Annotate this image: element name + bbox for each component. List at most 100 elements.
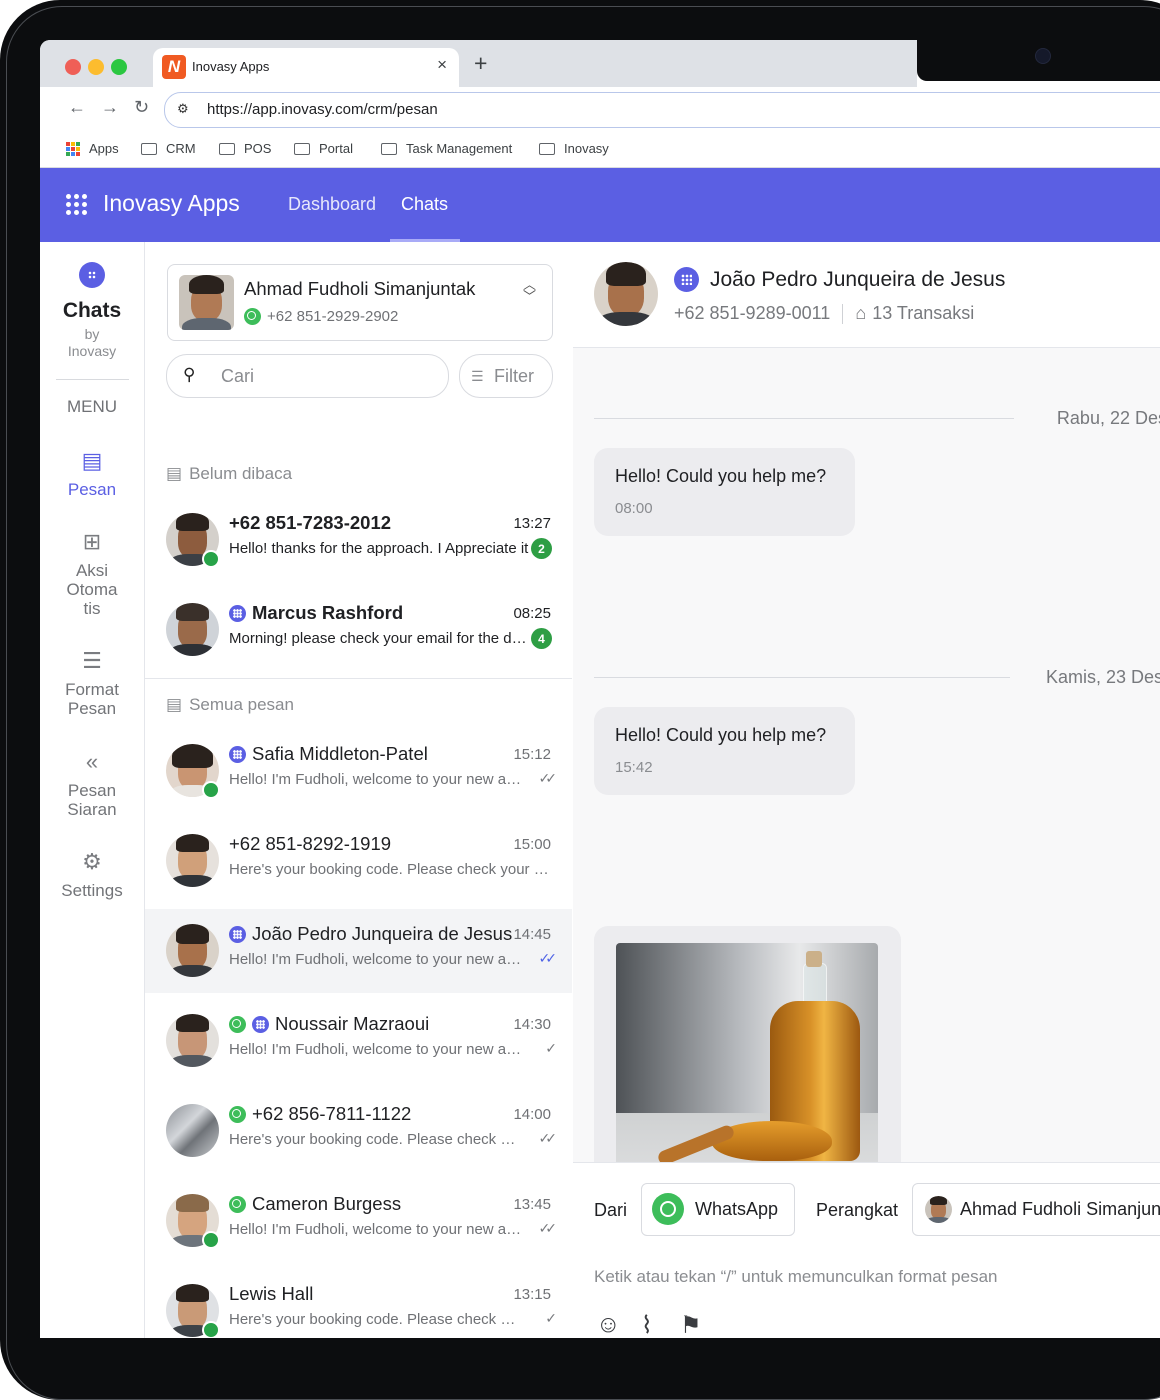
- sidebar-item-label: Settings: [61, 881, 123, 900]
- incoming-message[interactable]: Hello! Could you help me? 15:42: [594, 707, 855, 795]
- date-separator-line: [594, 677, 1010, 678]
- bookmark-portal[interactable]: Portal: [294, 141, 353, 156]
- sidebar-item-pesan[interactable]: ▤ Pesan: [40, 449, 144, 500]
- device-name: Ahmad Fudholi Simanjuntak: [960, 1199, 1160, 1219]
- reload-icon[interactable]: ↻: [134, 97, 149, 118]
- chat-preview: Hello! I'm Fudholi, welcome to your new …: [229, 951, 525, 968]
- whatsapp-channel-icon: [229, 1105, 246, 1123]
- bookmark-apps[interactable]: Apps: [66, 141, 119, 156]
- message-input[interactable]: Ketik atau tekan “/” untuk memunculkan f…: [594, 1267, 997, 1287]
- chat-name-text: +62 856-7811-1122: [252, 1103, 412, 1124]
- unread-section-header: ▤ Belum dibaca: [166, 464, 292, 484]
- whatsapp-channel-icon: [229, 1195, 246, 1213]
- chat-row[interactable]: Marcus Rashford 08:25 Morning! please ch…: [145, 588, 572, 672]
- template-icon: ☰: [82, 648, 102, 673]
- incoming-message[interactable]: Hello! Could you help me? 08:00: [594, 448, 855, 536]
- close-tab-icon[interactable]: ×: [437, 55, 447, 75]
- sidebar-item-pesan-siaran[interactable]: « Pesan Siaran: [40, 750, 144, 820]
- chat-name-text: +62 851-8292-1919: [229, 833, 392, 854]
- chat-name: Cameron Burgess: [229, 1193, 401, 1215]
- whatsapp-icon: [244, 308, 261, 325]
- quick-reply-icon[interactable]: ⚑: [680, 1311, 702, 1338]
- channel-selector[interactable]: WhatsApp: [641, 1183, 795, 1236]
- attachment-icon[interactable]: ⌇: [641, 1311, 653, 1338]
- sidebar-item-aksi-otomatis[interactable]: ⊞ Aksi Otoma tis: [40, 530, 144, 619]
- chat-row[interactable]: +62 856-7811-1122 14:00 Here's your book…: [145, 1089, 572, 1173]
- app-title[interactable]: Inovasy Apps: [103, 190, 240, 217]
- chat-name: +62 851-7283-2012: [229, 512, 391, 534]
- tab-title: Inovasy Apps: [192, 59, 270, 74]
- unread-badge: 4: [531, 628, 552, 649]
- chat-row[interactable]: +62 851-8292-1919 15:00 Here's your book…: [145, 819, 572, 903]
- chat-row[interactable]: Safia Middleton-Patel 15:12 Hello! I'm F…: [145, 729, 572, 813]
- contact-name: João Pedro Junqueira de Jesus: [674, 267, 1005, 292]
- bookmark-task-management[interactable]: Task Management: [381, 141, 512, 156]
- contact-name-text: João Pedro Junqueira de Jesus: [710, 267, 1006, 291]
- bookmark-label: Portal: [319, 141, 353, 156]
- minimize-window-button[interactable]: [88, 59, 104, 75]
- search-input[interactable]: ⚲ Cari: [166, 354, 449, 398]
- nav-dashboard[interactable]: Dashboard: [288, 194, 376, 215]
- browser-tab[interactable]: N Inovasy Apps ×: [153, 48, 459, 87]
- chat-name: Marcus Rashford: [229, 602, 403, 624]
- sidebar-item-settings[interactable]: ⚙ Settings: [40, 849, 144, 901]
- bookmark-pos[interactable]: POS: [219, 141, 271, 156]
- chat-name: +62 856-7811-1122: [229, 1103, 411, 1125]
- message-time: 15:42: [615, 759, 653, 776]
- sidebar-item-format-pesan[interactable]: ☰ Format Pesan: [40, 648, 144, 719]
- date-label: Kamis, 23 Des: [1045, 667, 1160, 687]
- nav-chats[interactable]: Chats: [401, 194, 448, 215]
- address-bar[interactable]: ⚙ https://app.inovasy.com/crm/pesan: [164, 92, 1160, 128]
- unread-icon: ▤: [166, 464, 183, 483]
- forward-arrow-icon[interactable]: →: [101, 97, 119, 118]
- chevron-up-down-icon[interactable]: ︿ ﹀: [523, 278, 536, 303]
- chat-row[interactable]: Cameron Burgess 13:45 Hello! I'm Fudholi…: [145, 1179, 572, 1263]
- chat-row-selected[interactable]: João Pedro Junqueira de Jesus 14:45 Hell…: [145, 909, 572, 993]
- site-settings-icon[interactable]: ⚙: [177, 101, 189, 117]
- chat-time: 13:15: [513, 1286, 551, 1303]
- filter-icon: ☰: [471, 368, 484, 384]
- inovasy-favicon-icon: N: [162, 55, 186, 79]
- transactions-link[interactable]: 13 Transaksi: [872, 303, 974, 324]
- sidebar-divider: [56, 379, 129, 380]
- brand-title: Chats: [62, 299, 122, 322]
- close-window-button[interactable]: [65, 59, 81, 75]
- online-indicator: [202, 550, 220, 568]
- browser-window: N Inovasy Apps × + ← → ↻ ⚙ https://app.i…: [40, 40, 1160, 1338]
- account-name: Ahmad Fudholi Simanjuntak: [244, 278, 476, 299]
- account-avatar: [179, 275, 234, 330]
- app-launcher-icon[interactable]: [66, 194, 87, 215]
- account-selector[interactable]: Ahmad Fudholi Simanjuntak +62 851-2929-2…: [167, 264, 553, 341]
- chat-list-panel: Ahmad Fudholi Simanjuntak +62 851-2929-2…: [145, 242, 572, 1338]
- chat-name: Lewis Hall: [229, 1283, 313, 1305]
- sidebar-item-label: Otoma: [66, 580, 118, 599]
- inovasy-channel-icon: [229, 745, 246, 763]
- check-icon: ✓: [545, 1040, 557, 1056]
- chat-row[interactable]: +62 851-7283-2012 13:27 Hello! thanks fo…: [145, 498, 572, 582]
- message-text: Hello! Could you help me?: [615, 466, 827, 486]
- bookmark-inovasy[interactable]: Inovasy: [539, 141, 609, 156]
- maximize-window-button[interactable]: [111, 59, 127, 75]
- double-check-icon: ✓✓: [538, 770, 558, 786]
- chat-time: 15:12: [513, 746, 551, 763]
- image-message[interactable]: [594, 926, 901, 1186]
- bookmark-crm[interactable]: CRM: [141, 141, 196, 156]
- contact-avatar[interactable]: [594, 262, 658, 326]
- emoji-icon[interactable]: ☺: [596, 1311, 621, 1338]
- inovasy-channel-icon: [229, 925, 246, 943]
- gear-icon: ⚙: [82, 849, 102, 874]
- account-phone: +62 851-2929-2902: [244, 308, 398, 325]
- chat-preview: Hello! thanks for the approach. I Apprec…: [229, 540, 529, 557]
- device-selector[interactable]: Ahmad Fudholi Simanjuntak: [912, 1183, 1160, 1236]
- back-arrow-icon[interactable]: ←: [68, 97, 86, 118]
- search-placeholder: Cari: [221, 366, 255, 386]
- filter-button[interactable]: ☰ Filter: [459, 354, 553, 398]
- chat-preview: Here's your booking code. Please check y…: [229, 1311, 519, 1328]
- sidebar-item-label: Pesan: [67, 699, 117, 718]
- honey-jar-photo[interactable]: [616, 943, 878, 1186]
- chat-row[interactable]: Lewis Hall 13:15 Here's your booking cod…: [145, 1269, 572, 1338]
- new-tab-button[interactable]: +: [474, 52, 487, 75]
- chat-row[interactable]: Noussair Mazraoui 14:30 Hello! I'm Fudho…: [145, 999, 572, 1083]
- bookmark-label: POS: [244, 141, 272, 156]
- bookmarks-bar: Apps CRM POS Portal Task Management Inov…: [40, 129, 1160, 168]
